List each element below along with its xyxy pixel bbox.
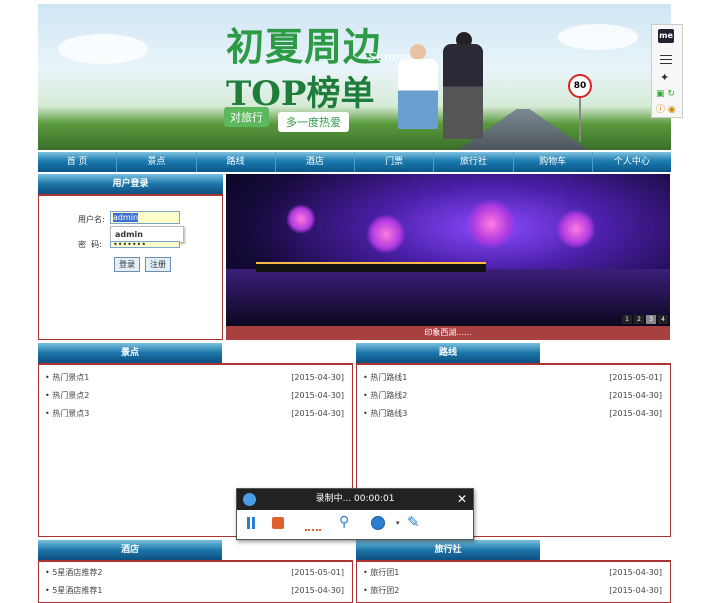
register-button[interactable]: 注册 [145,257,171,272]
slide-tree [556,209,596,249]
item-title[interactable]: 热门景点1 [45,369,89,387]
username-label: 用户名: [78,215,105,224]
agencies-header: 旅行社 [356,540,540,560]
stop-icon[interactable] [272,517,284,529]
banner-cloud [58,34,148,64]
dotted-line-icon[interactable] [305,527,321,531]
nav-item-cart[interactable]: 购物车 [514,152,593,172]
nav-item-agencies[interactable]: 旅行社 [434,152,514,172]
recorder-titlebar[interactable]: 录制中... 00:00:01 ✕ [237,489,473,510]
list-item[interactable]: 5星酒店推荐1 [2015-04-30] [45,582,344,600]
item-date: [2015-04-30] [609,409,662,418]
slideshow-image[interactable]: 1 2 3 4 [226,174,670,326]
item-title[interactable]: 热门路线3 [363,405,407,423]
list-item[interactable]: 旅行团2 [2015-04-30] [363,582,662,600]
nav-item-scenic[interactable]: 景点 [117,152,197,172]
site-banner: 初夏周边 TOP榜单 Summer 对旅行 多一度热爱 80 [38,4,671,150]
extension-toolbar: me ✦ ▣ ↻ ⓘ ◉ [651,24,683,118]
sign-pole [579,98,581,142]
me-logo-icon[interactable]: me [658,29,674,43]
login-header: 用户登录 [38,174,223,194]
menu-icon-line [660,59,672,60]
item-title[interactable]: 旅行团2 [363,582,399,600]
eye-icon[interactable]: ⓘ ◉ [656,102,676,115]
menu-icon-line [660,63,672,64]
camera-icon [243,493,256,506]
username-value: admin [113,213,139,222]
item-date: [2015-05-01] [609,373,662,382]
item-date: [2015-04-30] [609,568,662,577]
menu-icon[interactable] [660,55,672,56]
chevron-down-icon[interactable]: ▾ [396,519,400,527]
nav-item-hotels[interactable]: 酒店 [276,152,355,172]
pause-icon[interactable] [247,517,250,529]
item-title[interactable]: 热门景点2 [45,387,89,405]
banner-tag: 多一度热爱 [278,112,349,132]
item-title[interactable]: 5星酒店推荐1 [45,582,102,600]
slide-page-button[interactable]: 1 [622,315,632,324]
nav-item-routes[interactable]: 路线 [197,152,276,172]
close-icon[interactable]: ✕ [457,489,467,510]
slideshow-pager: 1 2 3 4 [622,315,668,324]
pen-icon[interactable]: ✎ [407,513,420,531]
speed-sign: 80 [568,74,592,98]
password-label: 密 码: [78,240,102,249]
routes-header: 路线 [356,343,540,363]
username-input[interactable]: admin [110,211,180,224]
list-item[interactable]: 旅行团1 [2015-04-30] [363,564,662,582]
item-title[interactable]: 5星酒店推荐2 [45,564,102,582]
item-date: [2015-04-30] [609,586,662,595]
item-date: [2015-04-30] [291,391,344,400]
banner-person [410,44,426,60]
list-item[interactable]: 5星酒店推荐2 [2015-05-01] [45,564,344,582]
list-item[interactable]: 热门路线3 [2015-04-30] [363,405,662,423]
slide-tree [286,204,316,234]
item-date: [2015-05-01] [291,568,344,577]
list-item[interactable]: 热门景点1 [2015-04-30] [45,369,344,387]
slide-tree [466,199,516,249]
banner-person [398,59,438,129]
main-nav: 首 页 景点 路线 酒店 门票 旅行社 购物车 个人中心 [38,152,671,172]
nav-item-home[interactable]: 首 页 [38,152,118,172]
recorder-status: 录制中... 00:00:01 [315,494,395,504]
nav-item-tickets[interactable]: 门票 [355,152,435,172]
slideshow-caption[interactable]: 印象西湖...... [226,326,670,340]
hotels-header: 酒店 [38,540,222,560]
scenic-header: 景点 [38,343,222,363]
screen-recorder-widget: 录制中... 00:00:01 ✕ ⚲ ▾ ✎ [236,488,474,540]
item-date: [2015-04-30] [291,586,344,595]
pin-icon[interactable]: ⚲ [339,514,349,530]
banner-cloud [558,24,638,50]
list-item[interactable]: 热门路线1 [2015-05-01] [363,369,662,387]
slide-page-button[interactable]: 2 [634,315,644,324]
item-title[interactable]: 旅行团1 [363,564,399,582]
item-date: [2015-04-30] [291,373,344,382]
banner-title-line1: 初夏周边 [226,24,383,69]
list-item[interactable]: 热门路线2 [2015-04-30] [363,387,662,405]
item-title[interactable]: 热门路线1 [363,369,407,387]
item-title[interactable]: 热门景点3 [45,405,89,423]
slide-bridge [256,262,486,272]
slide-page-button[interactable]: 4 [658,315,668,324]
slide-water [226,269,670,326]
item-title[interactable]: 热门路线2 [363,387,407,405]
list-item[interactable]: 热门景点3 [2015-04-30] [45,405,344,423]
list-item[interactable]: 热门景点2 [2015-04-30] [45,387,344,405]
slide-tree [366,214,406,254]
webcam-icon[interactable] [371,516,385,530]
banner-tag: 对旅行 [224,107,269,127]
password-input[interactable]: ••••••• [110,241,180,248]
item-date: [2015-04-30] [291,409,344,418]
password-value: ••••••• [113,241,147,248]
banner-person [443,44,483,139]
nav-item-profile[interactable]: 个人中心 [593,152,671,172]
magic-wand-icon[interactable]: ✦ [660,71,669,84]
slide-page-button-active[interactable]: 3 [646,315,656,324]
item-date: [2015-04-30] [609,391,662,400]
login-button[interactable]: 登录 [114,257,140,272]
refresh-icon[interactable]: ▣ ↻ [656,89,675,99]
